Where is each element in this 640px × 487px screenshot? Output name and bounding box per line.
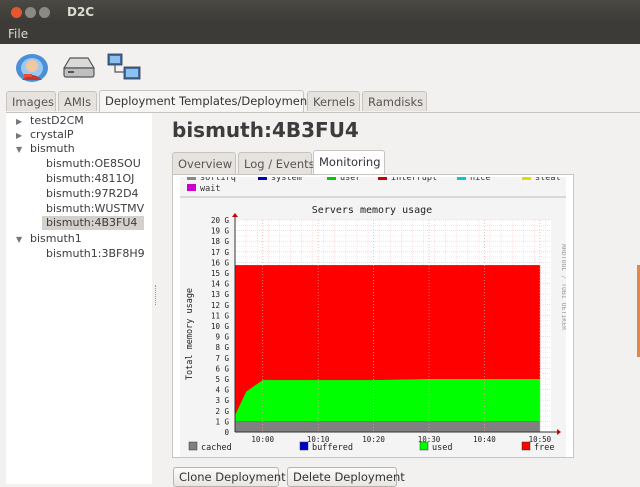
tab-kernels[interactable]: Kernels <box>307 91 360 111</box>
cpu-legend-swatch <box>258 177 267 180</box>
y-tick-label: 20 G <box>211 216 230 225</box>
cpu-legend-swatch <box>522 177 531 180</box>
expander-expanded-icon[interactable]: ▼ <box>16 145 22 154</box>
y-tick-label: 0 <box>224 428 229 437</box>
x-tick-label: 10:00 <box>251 435 274 444</box>
y-tick-label: 2 G <box>215 407 229 416</box>
user-cloud-icon[interactable] <box>12 50 52 84</box>
deployment-title: bismuth:4B3FU4 <box>172 118 359 142</box>
y-tick-label: 7 G <box>215 354 229 363</box>
cpu-legend-label: steal <box>535 177 561 183</box>
expander-expanded-icon[interactable]: ▼ <box>16 235 22 244</box>
tab-ramdisks[interactable]: Ramdisks <box>362 91 427 111</box>
y-tick-label: 15 G <box>211 269 230 278</box>
y-tick-label: 17 G <box>211 248 230 257</box>
y-tick-label: 16 G <box>211 258 230 267</box>
y-axis-label: Total memory usage <box>185 288 195 380</box>
chart-title: Servers memory usage <box>312 205 432 216</box>
y-tick-label: 11 G <box>211 311 230 320</box>
legend-label-buffered: buffered <box>312 443 353 453</box>
y-tick-label: 13 G <box>211 290 230 299</box>
y-tick-label: 1 G <box>215 417 229 426</box>
tree-item-bismuth-oe8sou[interactable]: bismuth:OE8SOU <box>46 157 141 171</box>
chart-watermark: RRDTOOL / TOBI OETIKER <box>560 244 566 330</box>
legend-label-cached: cached <box>201 443 232 453</box>
tab-overview[interactable]: Overview <box>172 152 236 174</box>
y-tick-label: 4 G <box>215 386 229 395</box>
x-tick-label: 10:20 <box>362 435 385 444</box>
y-tick-label: 14 G <box>211 280 230 289</box>
legend-swatch-buffered <box>300 442 308 450</box>
menu-file[interactable]: File <box>8 27 28 41</box>
y-tick-label: 5 G <box>215 375 229 384</box>
legend-label-used: used <box>432 443 452 453</box>
cpu-legend-label: nice <box>470 177 490 183</box>
network-computers-icon[interactable] <box>104 50 144 84</box>
y-tick-label: 6 G <box>215 364 229 373</box>
legend-swatch-free <box>522 442 530 450</box>
cpu-legend-swatch <box>187 184 196 191</box>
cpu-legend-label: user <box>340 177 360 183</box>
y-tick-label: 19 G <box>211 227 230 236</box>
menubar: File <box>0 24 640 44</box>
window-maximize-button[interactable] <box>39 7 50 18</box>
expander-collapsed-icon[interactable]: ▶ <box>16 117 22 126</box>
area-cached <box>235 421 540 432</box>
tab-amis[interactable]: AMIs <box>58 91 97 111</box>
tree-item-crystalp[interactable]: crystalP <box>30 128 74 142</box>
cpu-legend-label: interrupt <box>391 177 437 183</box>
window-title: D2C <box>67 5 94 19</box>
tree-item-testd2cm[interactable]: testD2CM <box>30 114 84 128</box>
deployment-tree: ▶ testD2CM ▶ crystalP ▼ bismuth bismuth:… <box>6 113 152 484</box>
cpu-legend-swatch <box>378 177 387 180</box>
memory-chart: softirq system user interrupt nice steal wait S… <box>180 177 566 457</box>
x-tick-label: 10:40 <box>473 435 496 444</box>
cpu-legend-label: wait <box>200 184 220 194</box>
cpu-legend-label: system <box>271 177 302 183</box>
tree-item-bismuth1-3bf8h9[interactable]: bismuth1:3BF8H9 <box>46 247 145 261</box>
y-tick-label: 10 G <box>211 322 230 331</box>
tree-item-bismuth1[interactable]: bismuth1 <box>30 232 82 246</box>
tree-item-bismuth-wustmv[interactable]: bismuth:WUSTMV <box>46 202 144 216</box>
window-close-button[interactable] <box>11 7 22 18</box>
tab-images[interactable]: Images <box>6 91 56 111</box>
tree-item-bismuth-97r2d4[interactable]: bismuth:97R2D4 <box>46 187 139 201</box>
legend-swatch-used <box>420 442 428 450</box>
y-tick-label: 12 G <box>211 301 230 310</box>
splitter-grip[interactable] <box>155 285 158 305</box>
y-tick-label: 3 G <box>215 396 229 405</box>
cpu-legend-swatch <box>187 177 196 180</box>
expander-collapsed-icon[interactable]: ▶ <box>16 131 22 140</box>
y-tick-label: 9 G <box>215 333 229 342</box>
y-tick-label: 8 G <box>215 343 229 352</box>
cpu-legend-swatch <box>327 177 336 180</box>
tree-item-bismuth[interactable]: bismuth <box>30 142 75 156</box>
memory-chart-svg: softirq system user interrupt nice steal wait S… <box>180 177 566 457</box>
toolbar <box>0 44 640 90</box>
monitoring-panel: softirq system user interrupt nice steal wait S… <box>172 174 574 458</box>
window-titlebar: D2C <box>0 0 640 24</box>
drive-icon[interactable] <box>60 50 96 84</box>
legend-label-free: free <box>534 443 554 453</box>
clone-deployment-button[interactable]: Clone Deployment <box>173 467 279 487</box>
window-minimize-button[interactable] <box>25 7 36 18</box>
tree-item-bismuth-4b3fu4[interactable]: bismuth:4B3FU4 <box>46 216 137 230</box>
tree-item-bismuth-4811oj[interactable]: bismuth:4811OJ <box>46 172 134 186</box>
tab-deployment-templates[interactable]: Deployment Templates/Deployments <box>99 90 304 112</box>
cpu-legend-swatch <box>457 177 466 180</box>
tab-log-events[interactable]: Log / Events <box>238 152 312 174</box>
legend-swatch-cached <box>189 442 197 450</box>
y-tick-label: 18 G <box>211 237 230 246</box>
delete-deployment-button[interactable]: Delete Deployment <box>287 467 397 487</box>
tab-monitoring[interactable]: Monitoring <box>313 150 385 175</box>
area-used <box>235 379 540 421</box>
cpu-legend-label: softirq <box>200 177 236 183</box>
